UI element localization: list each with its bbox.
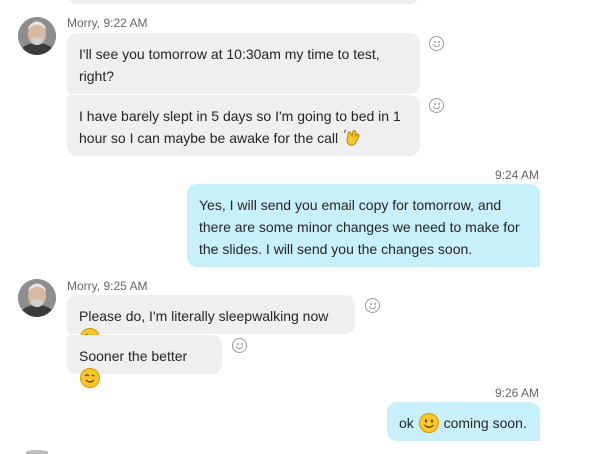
message-header: Morry, 9:22 AM	[67, 16, 148, 30]
message-text: coming soon.	[443, 415, 527, 431]
message-bubble[interactable]: I have barely slept in 5 days so I'm goi…	[67, 95, 420, 156]
add-reaction-icon[interactable]	[365, 298, 380, 313]
outgoing-message-bubble[interactable]: Yes, I will send you email copy for tomo…	[187, 184, 540, 267]
wave-hand-emoji	[342, 127, 364, 149]
avatar-morry[interactable]	[18, 17, 56, 55]
message-text: I'll see you tomorrow at 10:30am my time…	[79, 46, 380, 84]
previous-message-bubble	[67, 0, 420, 4]
message-bubble[interactable]: Sooner the better	[67, 335, 222, 388]
message-bubble[interactable]: Please do, I'm literally sleepwalking no…	[67, 295, 355, 348]
message-bubble[interactable]: I'll see you tomorrow at 10:30am my time…	[67, 33, 420, 94]
wink-emoji	[79, 367, 101, 389]
next-avatar-partial	[26, 450, 48, 454]
message-text: Please do, I'm literally sleepwalking no…	[79, 308, 329, 324]
message-header: Morry, 9:25 AM	[67, 279, 148, 293]
message-text: Sooner the better	[79, 348, 188, 364]
message-text: Yes, I will send you email copy for tomo…	[199, 197, 520, 257]
smile-emoji	[418, 412, 440, 434]
add-reaction-icon[interactable]	[429, 98, 444, 113]
avatar-morry[interactable]	[18, 279, 56, 317]
message-time: 9:24 AM	[495, 168, 540, 182]
add-reaction-icon[interactable]	[429, 36, 444, 51]
message-time: 9:26 AM	[495, 386, 540, 400]
message-text: ok	[399, 415, 414, 431]
add-reaction-icon[interactable]	[232, 338, 247, 353]
outgoing-message-bubble[interactable]: ok coming soon.	[387, 402, 540, 441]
